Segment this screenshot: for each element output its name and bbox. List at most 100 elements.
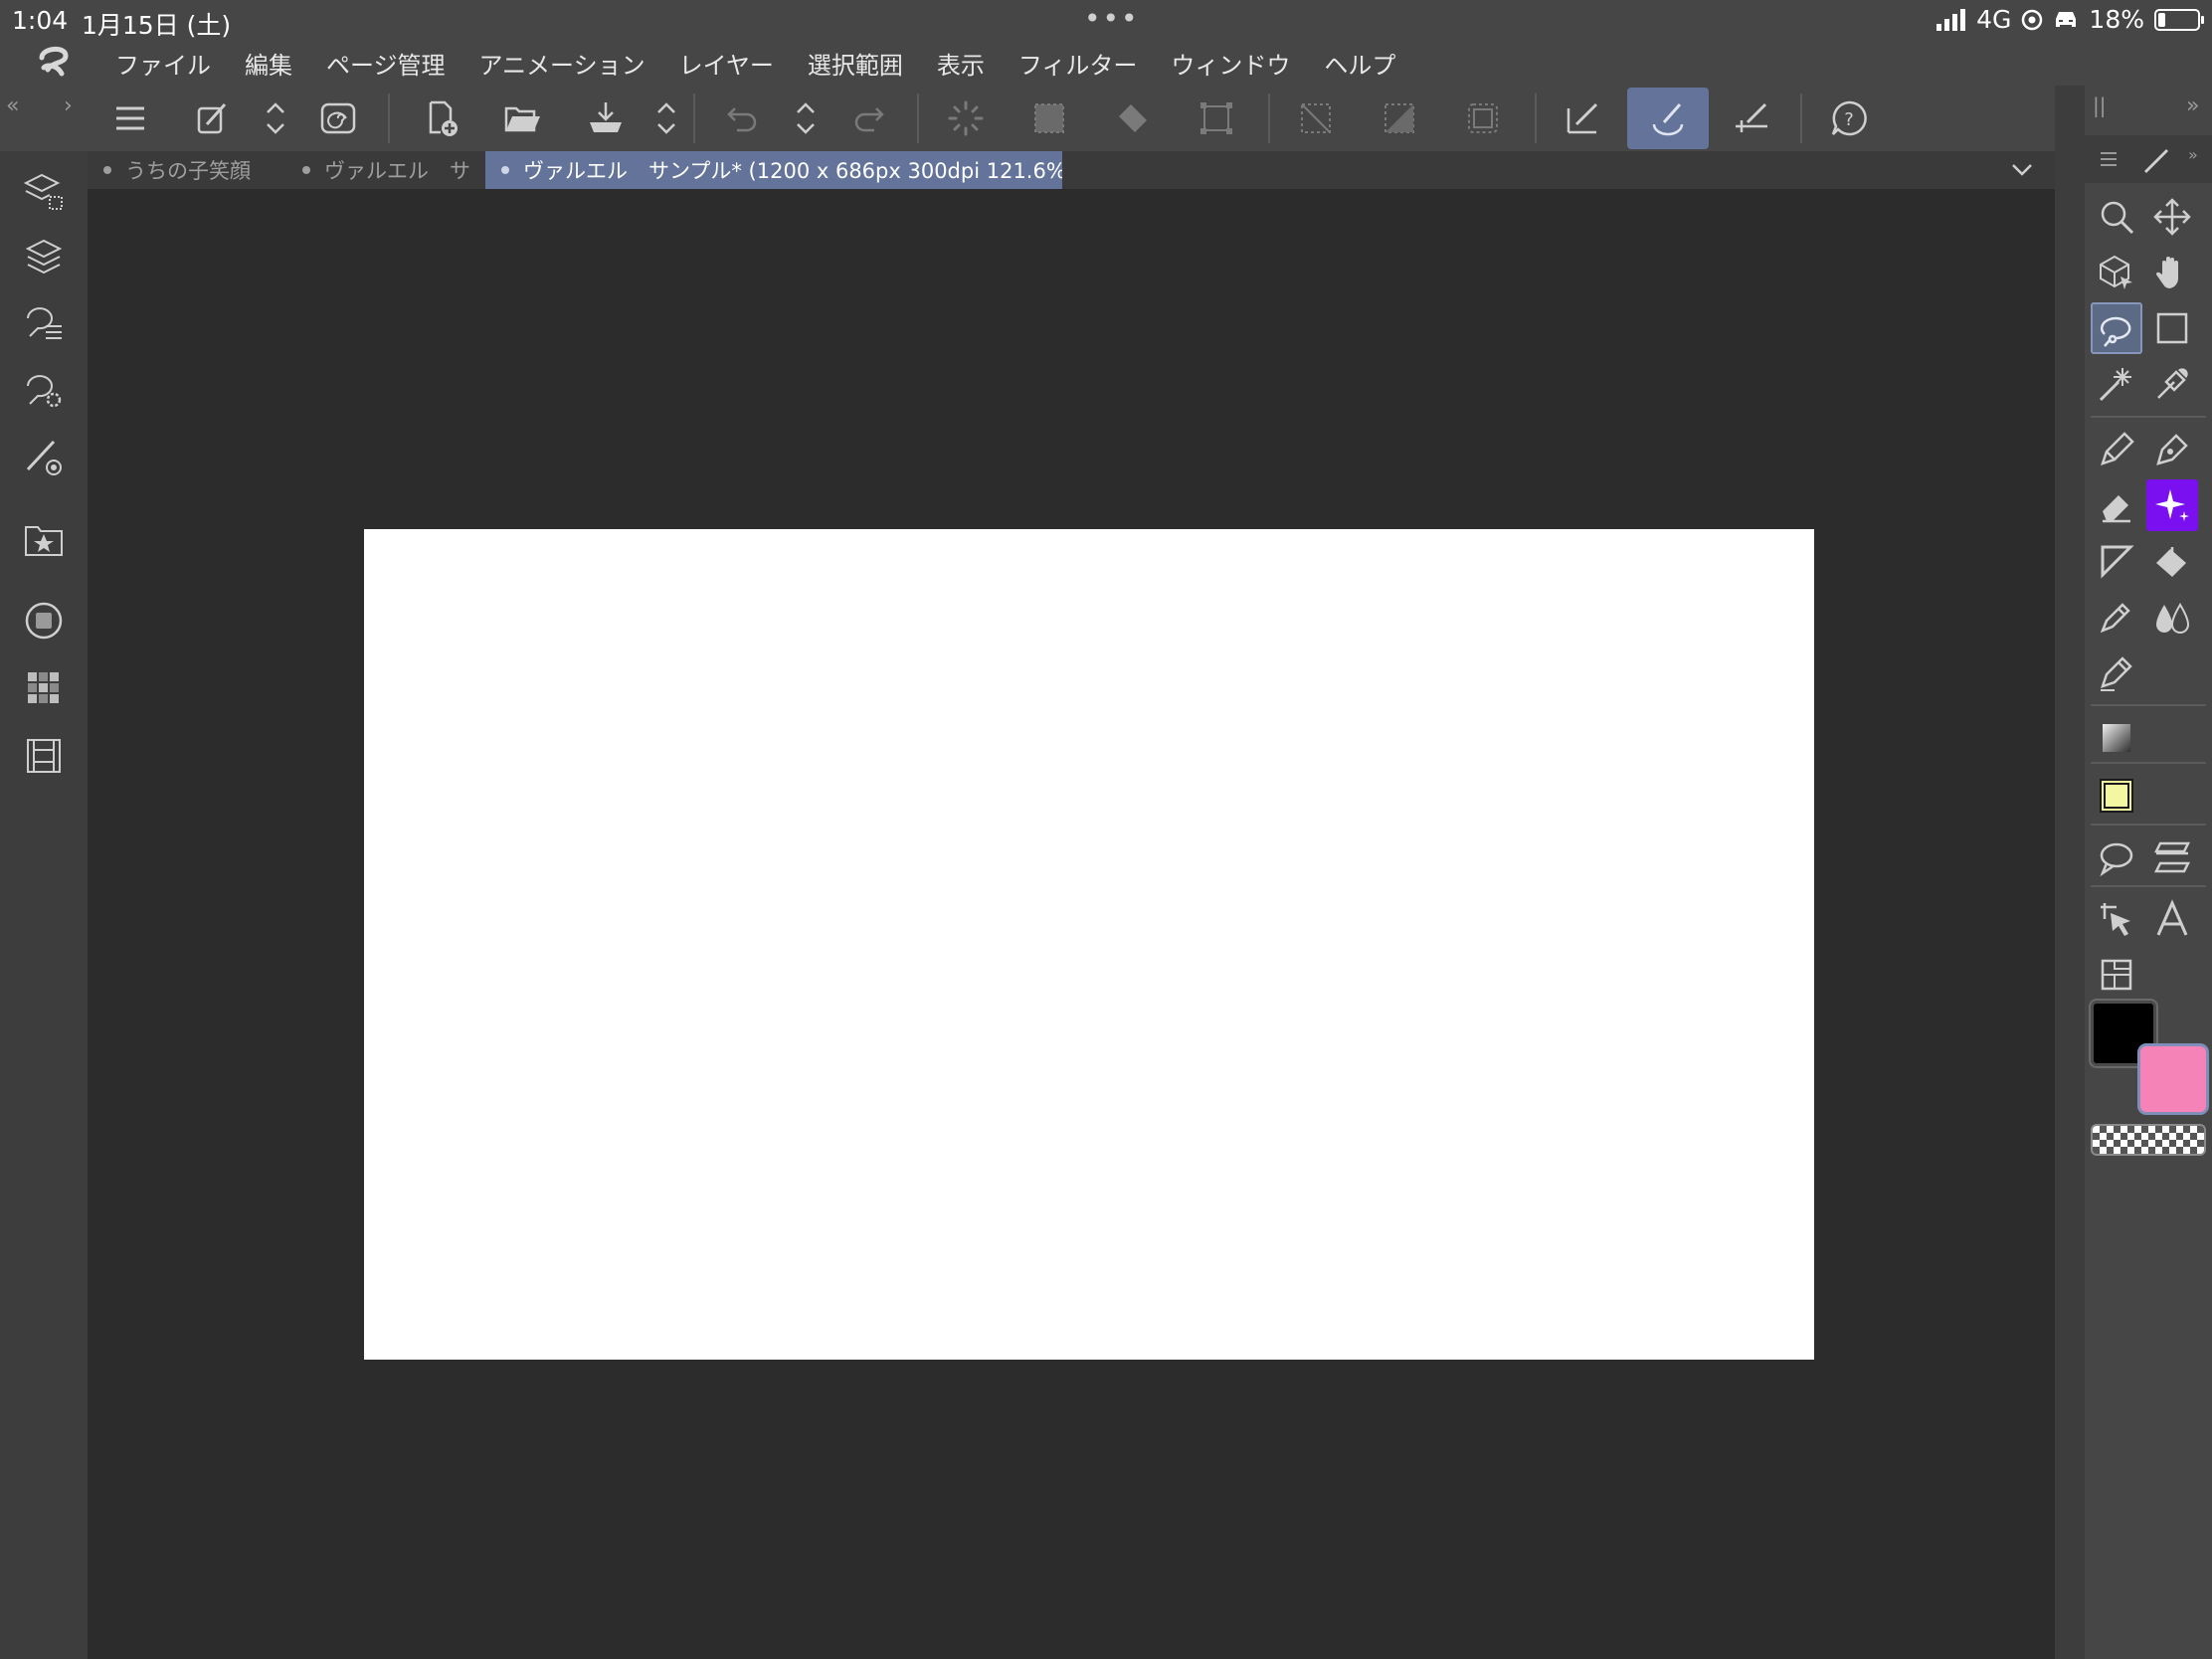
multitasking-dots[interactable]: ••• [1084, 2, 1140, 35]
transform-icon[interactable] [1190, 92, 1243, 145]
tab-label: ヴァルエル サンプル* (1200 x 686px 300dpi 121.6%) [523, 159, 1062, 183]
battery-icon [2154, 8, 2204, 31]
menu-item[interactable]: ファイル [115, 46, 211, 81]
menu-item[interactable]: ページ管理 [326, 46, 446, 81]
expand-right-icon[interactable]: » [2186, 93, 2199, 118]
tab-label: ヴァルエル サ [324, 159, 470, 183]
ruler-pen-icon[interactable] [1556, 92, 1609, 145]
stepper-icon[interactable] [249, 92, 302, 145]
new-file-icon[interactable] [414, 92, 467, 145]
canvas-area[interactable] [88, 189, 2055, 1659]
gradient-icon[interactable] [2091, 712, 2142, 764]
3d-object-icon[interactable] [2091, 247, 2142, 298]
document-tabs: うちの子笑顔 ヴァルエル サ ヴァルエル サンプル* (1200 x 686px… [88, 151, 2055, 189]
tool-panel-header: » [2085, 135, 2212, 183]
save-icon[interactable] [579, 92, 633, 145]
hand-icon[interactable] [2146, 247, 2198, 298]
expand-left-icon[interactable]: › [64, 93, 73, 118]
menu-item[interactable]: レイヤー [679, 46, 774, 81]
pencil-icon[interactable] [2146, 424, 2198, 475]
chevron-down-icon[interactable] [2009, 157, 2035, 183]
menu-item[interactable]: ウィンドウ [1171, 46, 1290, 81]
layer-property-icon[interactable] [22, 169, 66, 213]
car-icon [2056, 11, 2077, 27]
loading-icon[interactable] [939, 92, 993, 145]
chevron-icon[interactable]: » [2188, 145, 2198, 164]
ink-pen-icon[interactable] [2091, 646, 2142, 698]
deselect-icon[interactable] [1289, 92, 1343, 145]
panel-icon[interactable] [2091, 949, 2142, 1001]
zoom-icon[interactable] [2091, 191, 2142, 243]
status-bar: 1:04 1月15日 (土) ••• 4G 18% [0, 0, 2212, 40]
main-menu: ファイル 編集 ページ管理 アニメーション レイヤー 選択範囲 表示 フィルター ウィンドウ ヘル… [115, 46, 1429, 81]
menu-item[interactable]: 表示 [937, 46, 985, 81]
pen-icon[interactable] [2091, 424, 2142, 475]
eyedropper-icon[interactable] [2146, 358, 2198, 410]
canvas-paper[interactable] [364, 529, 1814, 1360]
location-lock-icon [2022, 9, 2043, 30]
magic-wand-icon[interactable] [2091, 358, 2142, 410]
transparent-color-swatch[interactable] [2091, 1124, 2206, 1156]
lasso-icon[interactable] [2091, 302, 2142, 354]
eyedropper-ruler-icon[interactable] [1725, 92, 1778, 145]
select-all-icon[interactable] [1022, 92, 1076, 145]
undo-icon[interactable] [716, 92, 770, 145]
pen-tab-icon[interactable] [2140, 143, 2172, 175]
fill-bucket-icon[interactable] [2146, 535, 2198, 587]
marker-icon[interactable] [2091, 591, 2142, 643]
right-divider [2055, 86, 2085, 1659]
collapse-left-icon[interactable]: « [6, 93, 19, 118]
svg-text:?: ? [1844, 109, 1854, 130]
brush-size-icon[interactable] [22, 436, 66, 479]
paint-icon[interactable] [186, 92, 240, 145]
redo-icon[interactable] [841, 92, 895, 145]
brush-icon[interactable] [1627, 88, 1709, 149]
menu-item[interactable]: 選択範囲 [808, 46, 903, 81]
material-icon[interactable] [22, 517, 66, 561]
help-icon[interactable]: ? [1822, 92, 1876, 145]
tab-document[interactable]: うちの子笑顔 [88, 151, 280, 189]
app-logo-icon[interactable] [34, 44, 74, 82]
open-folder-icon[interactable] [495, 92, 549, 145]
color-set-icon[interactable] [22, 666, 66, 710]
tool-property-icon[interactable] [22, 368, 66, 412]
move-icon[interactable] [2146, 191, 2198, 243]
frame-border-icon[interactable] [2146, 831, 2198, 883]
text-icon[interactable] [2146, 893, 2198, 945]
tab-dot-icon [501, 166, 509, 174]
spiral-icon[interactable] [311, 92, 365, 145]
tab-label: うちの子笑顔 [125, 159, 251, 183]
ruler-icon[interactable] [2091, 535, 2142, 587]
menu-icon[interactable] [2099, 149, 2119, 169]
timeline-icon[interactable] [22, 734, 66, 778]
tab-document-active[interactable]: ヴァルエル サンプル* (1200 x 686px 300dpi 121.6%) [485, 151, 1062, 189]
menu-item[interactable]: 編集 [245, 46, 292, 81]
left-sidebar [0, 151, 88, 1659]
signal-icon [1936, 8, 1966, 31]
stepper-icon[interactable] [640, 92, 693, 145]
menu-item[interactable]: ヘルプ [1324, 46, 1395, 81]
selection-border-icon[interactable] [1456, 92, 1510, 145]
rectangle-select-icon[interactable] [2146, 302, 2198, 354]
tab-dot-icon [302, 166, 310, 174]
balloon-icon[interactable] [2091, 831, 2142, 883]
layer-icon[interactable] [22, 235, 66, 278]
sparkle-icon[interactable] [2146, 479, 2198, 531]
stepper-icon[interactable] [779, 92, 832, 145]
object-select-icon[interactable] [2091, 893, 2142, 945]
invert-selection-icon[interactable] [1373, 92, 1426, 145]
eraser-icon[interactable] [2091, 479, 2142, 531]
panel-grip-icon[interactable]: || [2093, 93, 2106, 117]
tab-dot-icon [103, 166, 111, 174]
menu-icon[interactable] [103, 92, 157, 145]
fill-icon[interactable] [1106, 92, 1160, 145]
sub-color-swatch[interactable] [2140, 1046, 2206, 1112]
blend-icon[interactable] [2146, 591, 2198, 643]
color-circle-icon[interactable] [22, 599, 66, 643]
menu-item[interactable]: アニメーション [479, 46, 645, 81]
menu-item[interactable]: フィルター [1018, 46, 1138, 81]
status-date: 1月15日 (土) [82, 11, 232, 40]
figure-icon[interactable] [2091, 770, 2142, 822]
status-time: 1:04 [12, 6, 69, 35]
sub-tool-icon[interactable] [22, 300, 66, 344]
